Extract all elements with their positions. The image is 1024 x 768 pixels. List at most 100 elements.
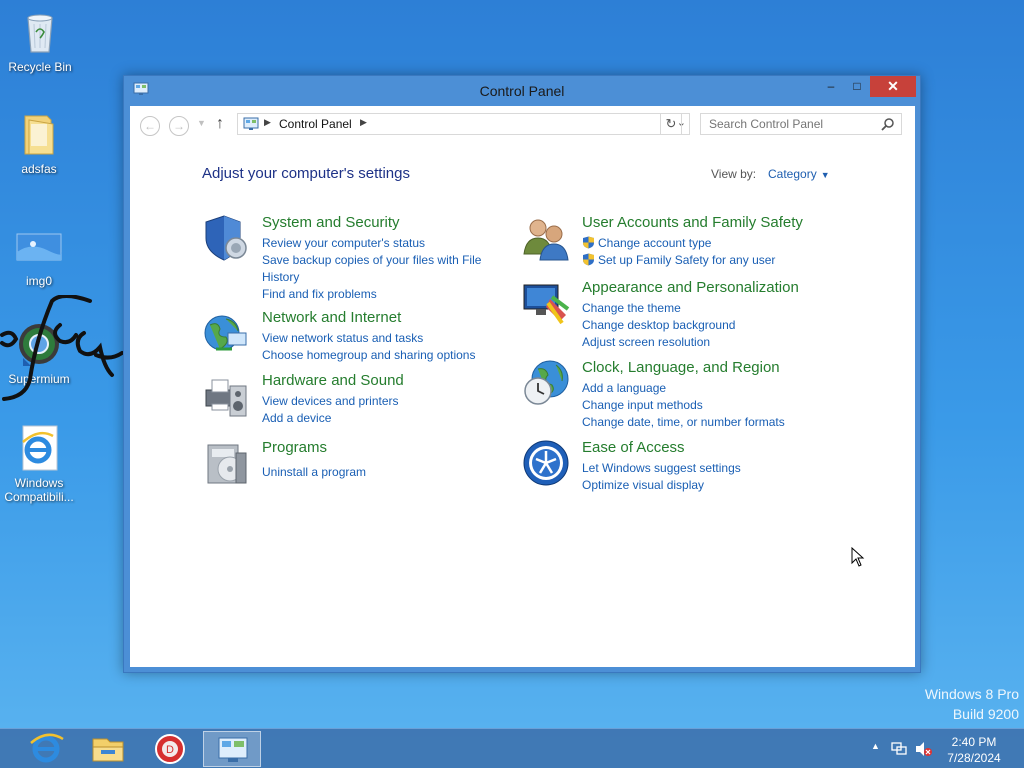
clock-globe-icon[interactable]	[522, 359, 570, 407]
forward-button[interactable]: →	[169, 116, 189, 136]
show-hidden-icons-chevron-icon[interactable]: ▲	[871, 741, 880, 751]
breadcrumb-control-panel[interactable]: Control Panel	[279, 117, 352, 131]
category-title[interactable]: Clock, Language, and Region	[582, 359, 780, 376]
link-uninstall-program[interactable]: Uninstall a program	[262, 464, 502, 481]
monitor-paint-icon[interactable]	[522, 279, 570, 327]
category-user-accounts: User Accounts and Family Safety Change a…	[522, 214, 822, 274]
taskbar-clock[interactable]: 2:40 PM 7/28/2024	[940, 734, 1008, 766]
users-icon[interactable]	[522, 214, 570, 262]
volume-muted-icon[interactable]	[915, 741, 933, 757]
category-clock-language-region: Clock, Language, and Region Add a langua…	[522, 359, 822, 429]
desktop-icon-recycle-bin[interactable]: Recycle Bin	[0, 8, 80, 74]
link-suggest-settings[interactable]: Let Windows suggest settings	[582, 460, 822, 477]
category-title[interactable]: Appearance and Personalization	[582, 279, 799, 296]
network-globe-icon[interactable]	[202, 309, 250, 357]
red-app-icon: D	[155, 734, 185, 764]
uac-shield-icon	[583, 253, 594, 266]
category-network-internet: Network and Internet View network status…	[202, 309, 502, 369]
control-panel-icon	[218, 737, 248, 762]
maximize-button[interactable]: □	[844, 76, 870, 97]
category-links: Let Windows suggest settings Optimize vi…	[582, 460, 822, 494]
refresh-button[interactable]: ↻	[660, 113, 682, 135]
taskbar-control-panel[interactable]	[203, 731, 261, 767]
desktop-icon-windows-compat[interactable]: Windows Compatibili...	[0, 424, 79, 504]
internet-explorer-icon	[15, 424, 63, 472]
link-input-methods[interactable]: Change input methods	[582, 397, 822, 414]
minimize-button[interactable]: –	[818, 76, 844, 97]
close-button[interactable]: ✕	[870, 76, 916, 97]
link-label: Change account type	[598, 236, 712, 250]
clock-date: 7/28/2024	[947, 751, 1001, 765]
search-box[interactable]	[700, 113, 902, 135]
link-find-fix-problems[interactable]: Find and fix problems	[262, 286, 502, 303]
view-by-dropdown[interactable]: Category ▼	[768, 167, 830, 181]
control-panel-icon	[243, 117, 259, 130]
link-family-safety[interactable]: Set up Family Safety for any user	[582, 252, 822, 269]
category-ease-of-access: Ease of Access Let Windows suggest setti…	[522, 439, 822, 499]
title-bar[interactable]: Control Panel – □ ✕	[124, 76, 920, 106]
window-title: Control Panel	[479, 83, 565, 99]
address-bar[interactable]: ▶ Control Panel ▶ ⌄	[237, 113, 690, 135]
breadcrumb-separator-icon[interactable]: ▶	[360, 117, 367, 128]
category-title[interactable]: Network and Internet	[262, 309, 401, 326]
desktop-icon-folder[interactable]: adsfas	[0, 110, 79, 176]
search-input[interactable]	[701, 114, 871, 134]
link-file-history[interactable]: Save backup copies of your files with Fi…	[262, 252, 502, 286]
watermark-build: Build 9200	[952, 706, 1019, 722]
link-network-status[interactable]: View network status and tasks	[262, 330, 502, 347]
desktop-icon-label: adsfas	[21, 162, 57, 176]
link-desktop-background[interactable]: Change desktop background	[582, 317, 822, 334]
desktop-scribble	[0, 295, 124, 401]
link-devices-printers[interactable]: View devices and printers	[262, 393, 502, 410]
caret-down-icon: ▼	[820, 170, 830, 180]
shield-security-icon[interactable]	[202, 214, 250, 262]
link-review-status[interactable]: Review your computer's status	[262, 235, 502, 252]
category-title[interactable]: System and Security	[262, 214, 400, 231]
taskbar-file-explorer[interactable]	[79, 731, 137, 767]
search-icon[interactable]	[881, 117, 895, 131]
watermark-edition: Windows 8 Pro	[924, 686, 1019, 702]
link-add-device[interactable]: Add a device	[262, 410, 502, 427]
category-links: Uninstall a program	[262, 464, 502, 481]
up-button[interactable]: ↑	[216, 115, 224, 133]
network-icon[interactable]	[891, 741, 907, 757]
category-links: Change the theme Change desktop backgrou…	[582, 300, 822, 351]
link-add-language[interactable]: Add a language	[582, 380, 822, 397]
programs-disc-icon[interactable]	[202, 439, 250, 487]
taskbar-red-app[interactable]: D	[141, 731, 199, 767]
navigation-bar: ← → ▼ ↑ ▶ Control Panel ▶ ⌄ ↻	[130, 106, 915, 142]
category-links: View devices and printers Add a device	[262, 393, 502, 427]
windows-watermark: Windows 8 Pro Build 9200	[925, 684, 1019, 724]
desktop-icon-img0[interactable]: img0	[0, 222, 79, 288]
desktop-icon-label: Recycle Bin	[8, 60, 72, 74]
taskbar-internet-explorer[interactable]	[17, 731, 75, 767]
link-screen-resolution[interactable]: Adjust screen resolution	[582, 334, 822, 351]
category-title[interactable]: Programs	[262, 439, 327, 456]
breadcrumb-separator-icon[interactable]: ▶	[264, 117, 271, 128]
desktop-icon-label: Windows Compatibili...	[4, 476, 74, 504]
printer-speaker-icon[interactable]	[202, 372, 250, 420]
link-change-theme[interactable]: Change the theme	[582, 300, 822, 317]
file-explorer-icon	[92, 738, 124, 762]
category-title[interactable]: Hardware and Sound	[262, 372, 404, 389]
taskbar: D ▲ 2:40 PM 7/28/2024	[0, 728, 1024, 768]
back-button[interactable]: ←	[140, 116, 160, 136]
uac-shield-icon	[583, 236, 594, 249]
link-optimize-visual[interactable]: Optimize visual display	[582, 477, 822, 494]
svg-text:D: D	[166, 744, 174, 756]
mouse-pointer-icon	[851, 547, 865, 567]
category-title[interactable]: Ease of Access	[582, 439, 685, 456]
window-content: ← → ▼ ↑ ▶ Control Panel ▶ ⌄ ↻ Search Con…	[130, 106, 915, 667]
category-links: Add a language Change input methods Chan…	[582, 380, 822, 431]
category-title[interactable]: User Accounts and Family Safety	[582, 214, 803, 231]
view-by-value: Category	[768, 167, 817, 181]
recent-locations-dropdown[interactable]: ▼	[197, 118, 206, 128]
link-change-account-type[interactable]: Change account type	[582, 235, 822, 252]
category-appearance: Appearance and Personalization Change th…	[522, 279, 822, 349]
internet-explorer-icon	[30, 733, 64, 763]
category-links: Review your computer's status Save backu…	[262, 235, 502, 303]
clock-time: 2:40 PM	[951, 735, 997, 749]
link-date-time-formats[interactable]: Change date, time, or number formats	[582, 414, 822, 431]
ease-of-access-icon[interactable]	[522, 439, 570, 487]
link-homegroup-sharing[interactable]: Choose homegroup and sharing options	[262, 347, 502, 364]
